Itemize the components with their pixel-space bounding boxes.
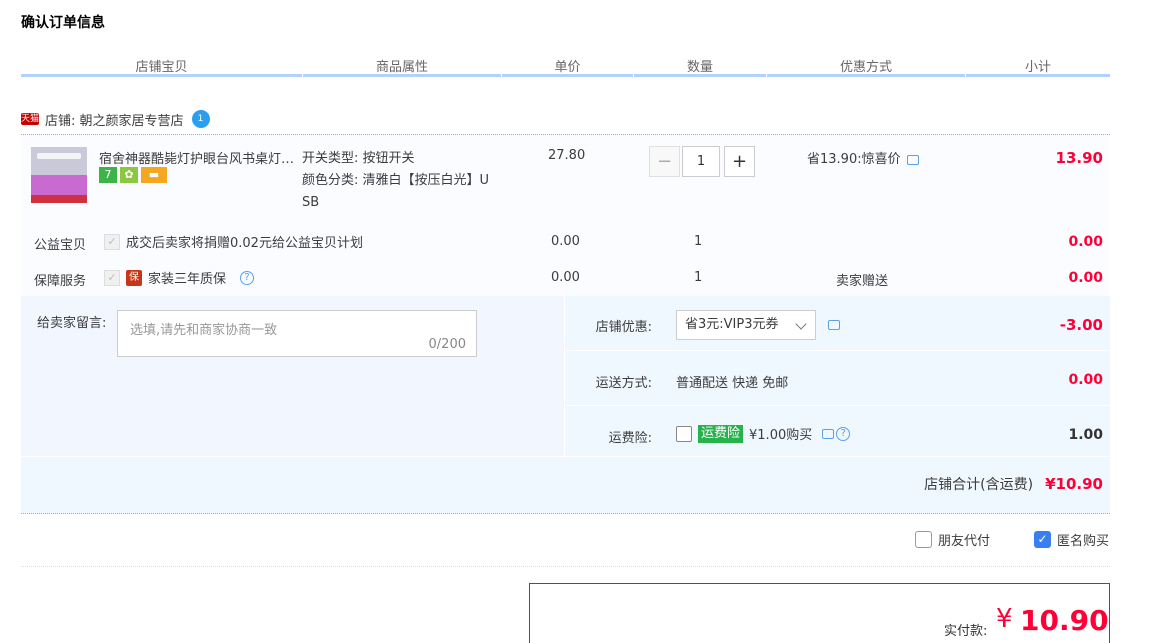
insurance-label: 运费险: — [608, 431, 652, 446]
charity-row: ✓ 成交后卖家将捐赠0.02元给公益宝贝计划 — [104, 232, 363, 251]
product-attributes: 开关类型: 按钮开关 颜色分类: 清雅白【按压白光】U SB — [302, 148, 512, 214]
coupon-selected: 省3元:VIP3元券 — [685, 317, 779, 332]
col-header-attrs: 商品属性 — [303, 56, 501, 77]
charity-qty: 1 — [694, 234, 703, 249]
quantity-stepper: − 1 + — [649, 146, 755, 177]
insurance-price: ¥1.00购买 — [749, 428, 813, 443]
col-header-discount: 优惠方式 — [767, 56, 965, 77]
attr-switch-type: 开关类型: 按钮开关 — [302, 151, 415, 166]
shipping-label: 运送方式: — [595, 376, 652, 391]
comment-icon[interactable] — [906, 154, 919, 165]
item-subtotal: 13.90 — [1055, 149, 1103, 167]
comment-icon[interactable] — [828, 320, 840, 330]
payment-options: 朋友代付 ✓ 匿名购买 — [21, 520, 1110, 567]
coupon-amount: -3.00 — [1059, 316, 1103, 334]
charity-subtotal: 0.00 — [1068, 234, 1103, 250]
charity-price: 0.00 — [551, 234, 580, 249]
warranty-label: 保障服务 — [34, 274, 87, 289]
shop-total: 店铺合计(含运费) ¥10.90 — [924, 474, 1103, 494]
tmall-badge: 天猫 — [21, 113, 40, 125]
insurance-checkbox[interactable] — [676, 425, 692, 442]
message-placeholder: 选填,请先和商家协商一致 — [130, 323, 278, 338]
help-icon[interactable]: ? — [240, 270, 255, 285]
quantity-input[interactable]: 1 — [682, 146, 720, 177]
shipping-amount: 0.00 — [1068, 372, 1103, 388]
comment-icon[interactable] — [822, 428, 835, 439]
shop-row: 天猫 店铺: 朝之颜家居专营店 1 — [21, 109, 210, 129]
gift-icon[interactable]: ✿ — [120, 167, 138, 183]
col-header-qty: 数量 — [634, 56, 766, 77]
charity-label: 公益宝贝 — [34, 238, 87, 253]
insurance-option: 运费险 ¥1.00购买 ? — [676, 424, 851, 443]
warranty-checkbox[interactable]: ✓ — [104, 269, 120, 286]
warranty-row: ✓ 保 家装三年质保 ? — [104, 268, 255, 287]
page-title: 确认订单信息 — [21, 15, 105, 31]
charity-checkbox[interactable]: ✓ — [104, 233, 120, 250]
help-icon[interactable]: ? — [836, 426, 851, 441]
discount-info: 省13.90:惊喜价 — [807, 148, 919, 167]
payment-total: 10.90 — [1020, 604, 1109, 637]
warranty-subtotal: 0.00 — [1068, 270, 1103, 286]
attr-color: 颜色分类: 清雅白【按压白光】U — [302, 173, 490, 188]
warranty-price: 0.00 — [551, 270, 580, 285]
order-options-panel: 给卖家留言: 选填,请先和商家协商一致 0/200 店铺优惠: 省3元:VIP3… — [21, 296, 1110, 514]
payment-summary: 实付款: ¥ 10.90 — [529, 583, 1110, 643]
credit-card-icon[interactable]: ▬ — [141, 167, 167, 183]
anonymous-option[interactable]: ✓ 匿名购买 — [1034, 530, 1109, 549]
col-header-item: 店铺宝贝 — [21, 56, 302, 77]
increase-qty-button[interactable]: + — [724, 146, 755, 177]
warranty-shield-icon: 保 — [126, 269, 142, 286]
anonymous-label: 匿名购买 — [1057, 534, 1110, 549]
payment-label: 实付款: — [944, 624, 988, 639]
chevron-down-icon — [795, 318, 807, 330]
message-label: 给卖家留言: — [37, 316, 107, 331]
insurance-amount: 1.00 — [1068, 427, 1103, 443]
warranty-text: 家装三年质保 — [148, 272, 227, 287]
coupon-label: 店铺优惠: — [595, 320, 652, 335]
friend-pay-checkbox[interactable] — [915, 531, 932, 548]
message-section: 给卖家留言: 选填,请先和商家协商一致 0/200 — [21, 296, 565, 456]
product-thumbnail[interactable] — [31, 147, 87, 203]
anonymous-checkbox[interactable]: ✓ — [1034, 531, 1051, 548]
charity-text: 成交后卖家将捐赠0.02元给公益宝贝计划 — [126, 236, 363, 251]
seven-day-return-icon[interactable]: 7 — [99, 167, 117, 183]
shop-name[interactable]: 店铺: 朝之颜家居专营店 — [45, 110, 184, 129]
friend-pay-label: 朋友代付 — [938, 534, 991, 549]
friend-pay-option[interactable]: 朋友代付 — [915, 530, 990, 549]
currency-symbol: ¥ — [996, 604, 1013, 634]
decrease-qty-button[interactable]: − — [649, 146, 680, 177]
shop-total-value: ¥10.90 — [1045, 475, 1103, 493]
insurance-row: 运费险: 运费险 ¥1.00购买 ? 1.00 — [566, 407, 1110, 457]
shipping-row: 运送方式: 普通配送 快递 免邮 0.00 — [566, 352, 1110, 406]
warranty-qty: 1 — [694, 270, 703, 285]
service-badges: 7 ✿ ▬ — [99, 167, 167, 183]
col-header-price: 单价 — [502, 56, 633, 77]
wangwang-chat-icon[interactable]: 1 — [191, 110, 210, 128]
shipping-value: 普通配送 快递 免邮 — [676, 376, 789, 391]
attr-color-cont: SB — [302, 195, 320, 210]
order-item-box: 宿舍神器酷毙灯护眼台风书桌灯… 7 ✿ ▬ 开关类型: 按钮开关 颜色分类: 清… — [21, 134, 1110, 296]
warranty-promo: 卖家赠送 — [836, 274, 889, 289]
col-header-subtotal: 小计 — [966, 56, 1110, 77]
coupon-select[interactable]: 省3元:VIP3元券 — [676, 310, 816, 340]
table-header: 店铺宝贝 商品属性 单价 数量 优惠方式 小计 — [21, 56, 1110, 77]
insurance-tag: 运费险 — [698, 424, 744, 443]
discount-text: 省13.90:惊喜价 — [807, 152, 901, 167]
product-name-link[interactable]: 宿舍神器酷毙灯护眼台风书桌灯… — [99, 148, 299, 167]
message-textarea[interactable]: 选填,请先和商家协商一致 0/200 — [117, 310, 477, 357]
message-counter: 0/200 — [428, 337, 466, 352]
unit-price: 27.80 — [548, 148, 586, 163]
shop-total-label: 店铺合计(含运费) — [924, 477, 1034, 493]
coupon-row: 店铺优惠: 省3元:VIP3元券 -3.00 — [566, 296, 1110, 351]
